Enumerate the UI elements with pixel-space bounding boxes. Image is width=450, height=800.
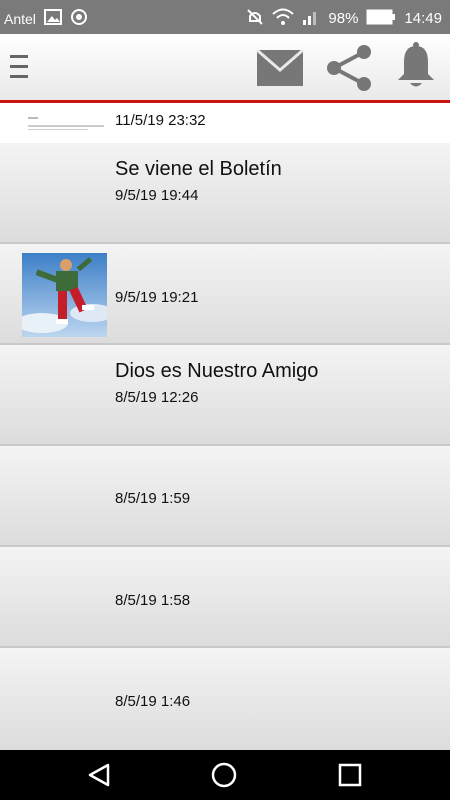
mute-icon <box>246 8 264 29</box>
app-bar <box>0 34 450 100</box>
signal-icon <box>302 8 320 29</box>
item-date: 8/5/19 1:59 <box>115 490 191 507</box>
item-date: 8/5/19 1:46 <box>115 693 191 710</box>
menu-icon[interactable] <box>8 52 30 82</box>
item-date: 9/5/19 19:44 <box>115 187 199 204</box>
battery-level: 98% <box>328 10 359 27</box>
navigation-bar <box>0 750 450 800</box>
wifi-icon <box>272 8 295 29</box>
recents-icon[interactable] <box>337 762 363 793</box>
item-date: 9/5/19 19:21 <box>115 289 199 306</box>
photo-thumbnail <box>16 253 114 337</box>
list-item[interactable]: 8/5/19 1:58 <box>0 547 450 648</box>
item-title: Dios es Nuestro Amigo <box>115 360 319 382</box>
item-date: 8/5/19 12:26 <box>115 389 199 406</box>
list-item[interactable]: Dios es Nuestro Amigo 8/5/19 12:26 <box>0 345 450 446</box>
list-item[interactable]: 8/5/19 1:46 <box>0 648 450 750</box>
list-item[interactable]: Se viene el Boletín 9/5/19 19:44 <box>0 143 450 244</box>
list-item[interactable]: 9/5/19 19:21 <box>0 244 450 345</box>
share-icon[interactable] <box>324 44 374 92</box>
bell-icon[interactable] <box>394 42 438 90</box>
carrier-label: Antel <box>4 10 36 27</box>
list-item[interactable]: 8/5/19 1:59 <box>0 446 450 547</box>
image-icon <box>43 9 62 28</box>
back-icon[interactable] <box>86 762 112 793</box>
list-item[interactable]: 11/5/19 23:32 <box>0 103 450 145</box>
status-bar: Antel 98% 14:49 <box>0 0 450 34</box>
home-icon[interactable] <box>211 762 237 793</box>
news-list[interactable]: 11/5/19 23:32 Se viene el Boletín 9/5/19… <box>0 103 450 750</box>
mail-icon[interactable] <box>256 48 304 88</box>
document-thumbnail <box>22 103 107 133</box>
location-icon <box>70 8 88 29</box>
battery-icon <box>366 9 396 28</box>
clock: 14:49 <box>404 10 442 27</box>
item-date: 11/5/19 23:32 <box>115 112 206 129</box>
item-title: Se viene el Boletín <box>115 158 282 180</box>
item-date: 8/5/19 1:58 <box>115 592 191 609</box>
